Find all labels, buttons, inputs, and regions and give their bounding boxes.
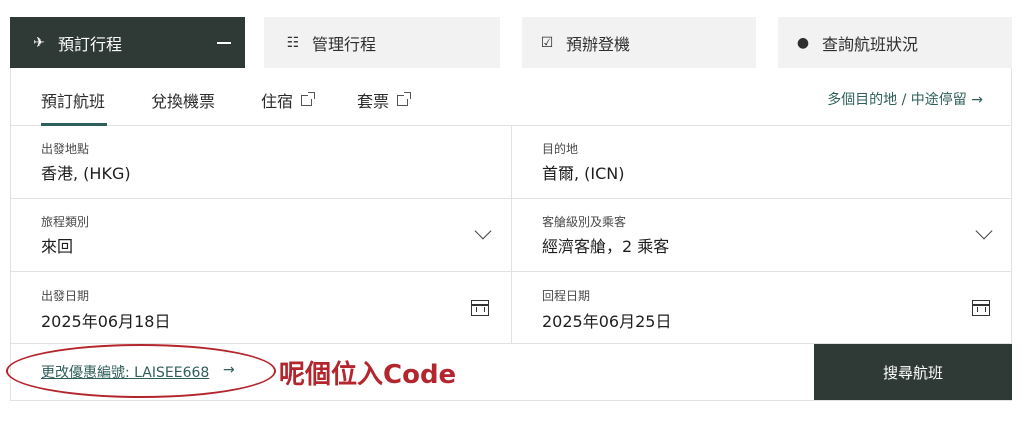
subtab-label: 預訂航班 bbox=[41, 92, 106, 111]
tab-label: 查詢航班狀況 bbox=[822, 34, 919, 54]
depart-date-field[interactable]: 出發日期 2025年06月18日 bbox=[11, 272, 512, 343]
subtab-book-flight[interactable]: 預訂航班 bbox=[41, 88, 105, 112]
return-date-label: 回程日期 bbox=[542, 289, 591, 303]
checkin-icon: ☑ bbox=[540, 34, 554, 51]
destination-value: 首爾, (ICN) bbox=[542, 164, 625, 183]
external-link-icon bbox=[397, 91, 412, 106]
return-date-field[interactable]: 回程日期 2025年06月25日 bbox=[512, 272, 1012, 343]
multi-city-link[interactable]: 多個目的地 / 中途停留 → bbox=[827, 89, 983, 109]
clock-icon: ● bbox=[796, 34, 810, 51]
depart-date-label: 出發日期 bbox=[41, 289, 90, 303]
cabin-value: 經濟客艙，2 乘客 bbox=[542, 237, 670, 256]
chevron-down-icon bbox=[474, 222, 492, 240]
collapse-icon[interactable] bbox=[217, 41, 231, 44]
promo-code-link[interactable]: 更改優惠編號: LAISEE668 bbox=[41, 362, 209, 382]
destination-field[interactable]: 目的地 首爾, (ICN) bbox=[512, 126, 1012, 198]
subtab-redeem[interactable]: 兌換機票 bbox=[151, 88, 215, 112]
tab-book-trip[interactable]: ✈ 預訂行程 bbox=[10, 17, 245, 68]
annotation-text: 呢個位入Code bbox=[279, 360, 457, 390]
tab-label: 預訂行程 bbox=[58, 34, 123, 54]
tab-manage-trip[interactable]: ☷ 管理行程 bbox=[264, 17, 500, 68]
bottom-bar: 更改優惠編號: LAISEE668 → 呢個位入Code 搜尋航班 bbox=[6, 344, 1012, 400]
chevron-down-icon bbox=[975, 222, 993, 240]
tab-check-in[interactable]: ☑ 預辦登機 bbox=[522, 17, 756, 68]
row-dates: 出發日期 2025年06月18日 回程日期 2025年06月25日 bbox=[11, 272, 1011, 344]
tab-flight-status[interactable]: ● 查詢航班狀況 bbox=[778, 17, 1012, 68]
search-flights-button[interactable]: 搜尋航班 bbox=[814, 344, 1012, 400]
trip-type-value: 來回 bbox=[41, 237, 74, 256]
calendar-icon[interactable] bbox=[972, 300, 990, 316]
sub-tabs: 預訂航班 兌換機票 住宿 套票 多個目的地 / 中途停留 → bbox=[11, 68, 1011, 126]
subtab-hotel[interactable]: 住宿 bbox=[261, 88, 316, 112]
origin-field[interactable]: 出發地點 香港, (HKG) bbox=[11, 126, 512, 198]
top-tabs: ✈ 預訂行程 ☷ 管理行程 ☑ 預辦登機 ● 查詢航班狀況 bbox=[10, 17, 1012, 68]
external-link-icon bbox=[301, 91, 316, 106]
tab-label: 預辦登機 bbox=[566, 34, 631, 54]
origin-value: 香港, (HKG) bbox=[41, 164, 131, 183]
arrow-right-icon: → bbox=[223, 362, 235, 378]
destination-label: 目的地 bbox=[542, 142, 579, 156]
trip-type-select[interactable]: 旅程類別 來回 bbox=[11, 199, 512, 271]
cabin-label: 客艙級別及乘客 bbox=[542, 215, 627, 229]
plane-icon: ✈ bbox=[33, 34, 45, 51]
subtab-label: 套票 bbox=[357, 92, 390, 111]
depart-date-value: 2025年06月18日 bbox=[41, 312, 171, 331]
subtab-package[interactable]: 套票 bbox=[357, 88, 412, 112]
subtab-label: 兌換機票 bbox=[151, 92, 216, 111]
return-date-value: 2025年06月25日 bbox=[542, 312, 672, 331]
row-options: 旅程類別 來回 客艙級別及乘客 經濟客艙，2 乘客 bbox=[11, 199, 1011, 272]
search-button-label: 搜尋航班 bbox=[882, 363, 943, 382]
origin-label: 出發地點 bbox=[41, 142, 90, 156]
row-route: 出發地點 香港, (HKG) 目的地 首爾, (ICN) bbox=[11, 126, 1011, 199]
calendar-icon[interactable] bbox=[471, 300, 489, 316]
cabin-passenger-select[interactable]: 客艙級別及乘客 經濟客艙，2 乘客 bbox=[512, 199, 1012, 271]
booking-panel: 預訂航班 兌換機票 住宿 套票 多個目的地 / 中途停留 → 出發地點 香港, … bbox=[6, 68, 1012, 401]
subtab-label: 住宿 bbox=[261, 92, 294, 111]
tab-label: 管理行程 bbox=[312, 34, 377, 54]
list-icon: ☷ bbox=[286, 34, 300, 51]
trip-type-label: 旅程類別 bbox=[41, 215, 90, 229]
